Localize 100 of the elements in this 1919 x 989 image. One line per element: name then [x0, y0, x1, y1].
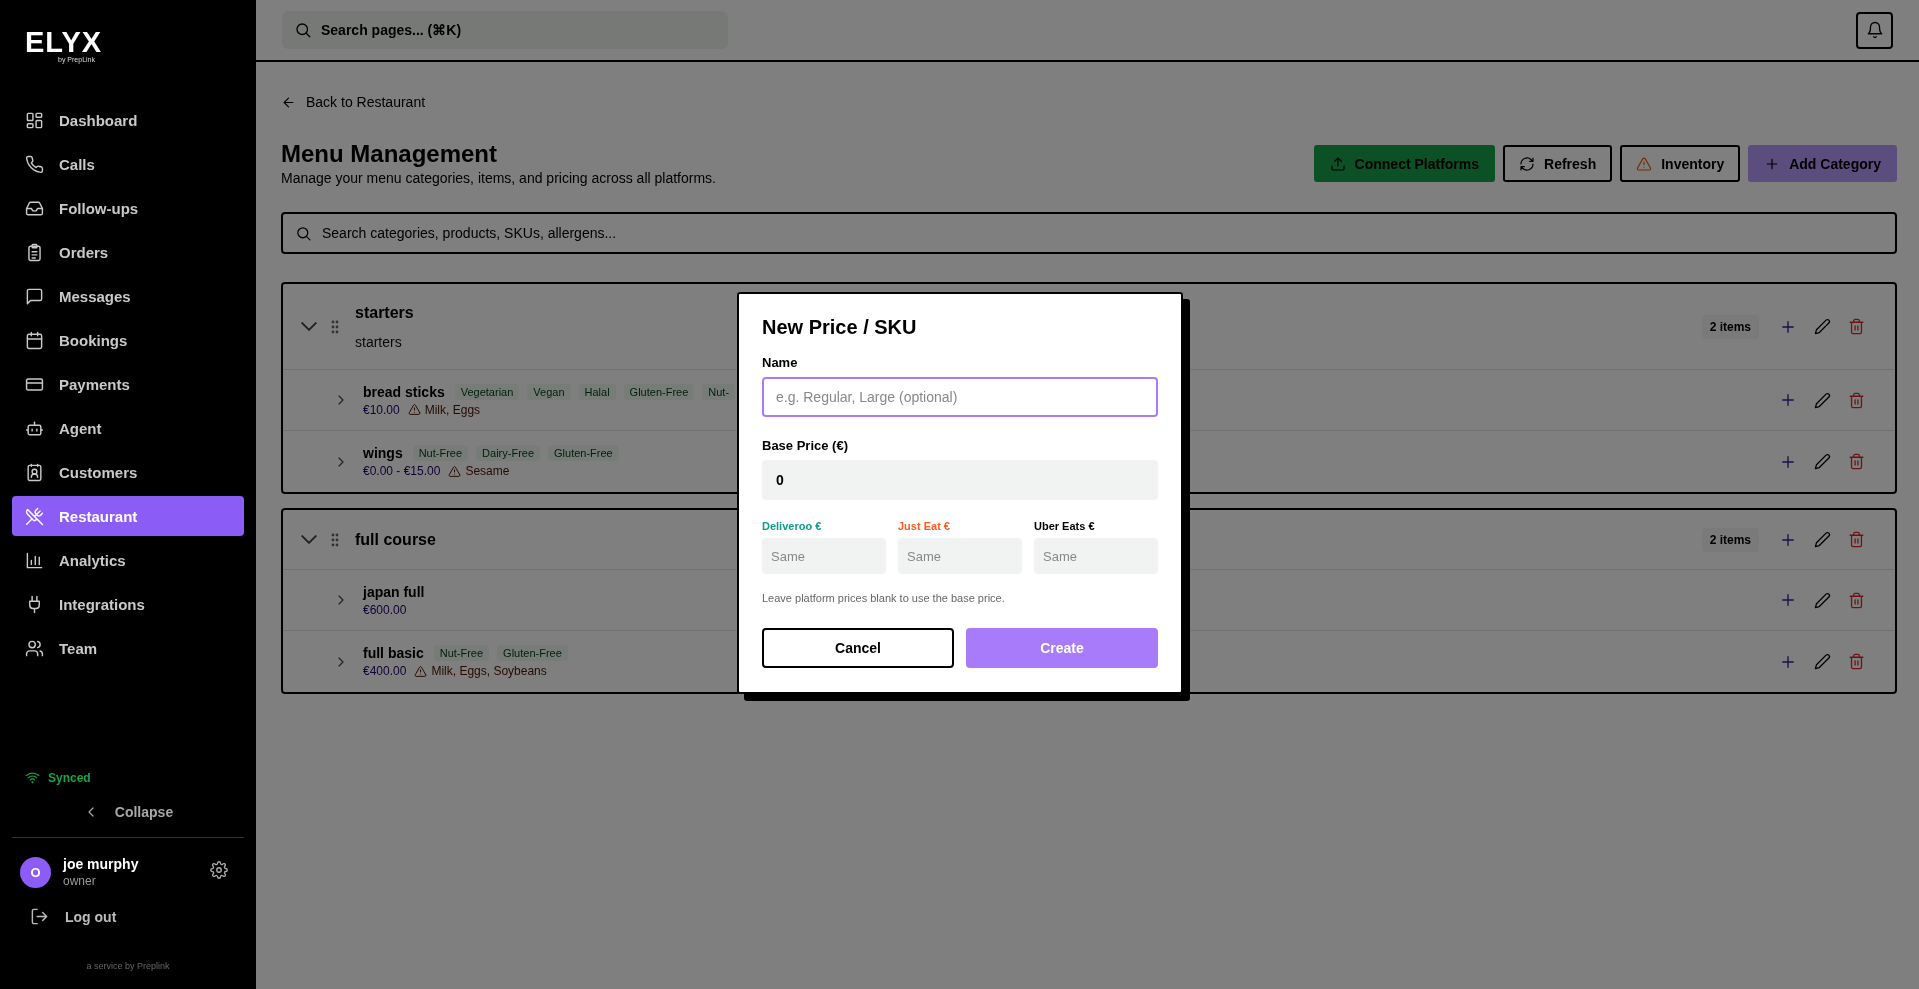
arrow-left-icon — [281, 94, 296, 110]
sync-status: Synced — [48, 770, 91, 785]
drag-handle-icon[interactable] — [331, 319, 339, 334]
action-button[interactable]: Inventory — [1620, 145, 1741, 182]
search-field[interactable]: Search categories, products, SKUs, allergens... — [281, 212, 1897, 254]
nav-item[interactable]: Agent — [12, 408, 244, 448]
allergen-list: Milk, Eggs, Soybeans — [431, 664, 547, 678]
expand-toggle[interactable] — [301, 535, 317, 544]
pencil-icon — [1813, 391, 1831, 409]
plus-icon — [1779, 591, 1797, 609]
allergen-list: Sesame — [465, 464, 510, 478]
search-field[interactable]: Search pages... (⌘K) — [282, 11, 728, 49]
bell-icon — [1865, 21, 1884, 39]
nav-item[interactable]: Analytics — [12, 540, 244, 580]
field-label: Base Price (€) — [762, 438, 849, 453]
wifi-icon — [25, 770, 40, 785]
user-name: joe murphy — [63, 856, 140, 872]
clipboard-icon — [25, 242, 44, 262]
dietary-tag: Gluten-Free — [623, 383, 695, 400]
nav-item[interactable]: Payments — [12, 364, 244, 404]
phone-icon — [25, 154, 44, 174]
dietary-tag: Vegetarian — [454, 383, 520, 400]
category-name: starters — [355, 303, 414, 322]
upload-icon — [1329, 155, 1346, 172]
action-button[interactable]: Refresh — [1503, 145, 1613, 182]
dietary-tag: Gluten-Free — [497, 645, 568, 661]
item-count: 2 items — [1701, 314, 1759, 339]
users-icon — [25, 638, 44, 658]
nav-item[interactable]: Messages — [12, 276, 244, 316]
drag-handle-icon[interactable] — [331, 532, 339, 547]
field-label: Just Eat € — [898, 520, 951, 532]
item-name: wings — [363, 445, 403, 461]
logout-button[interactable]: Log out — [24, 906, 244, 927]
dietary-tag: Dairy-Free — [476, 445, 541, 461]
footer-text: a service by Preplink — [86, 961, 170, 971]
category-name: full course — [355, 530, 436, 549]
dietary-tag: Gluten-Free — [548, 445, 619, 461]
nav-item[interactable]: Dashboard — [12, 100, 244, 140]
back-link[interactable]: Back to Restaurant — [281, 94, 426, 110]
warning-icon — [414, 664, 428, 678]
hint-text: Leave platform prices blank to use the base price. — [762, 592, 1006, 604]
item-price: €600.00 — [363, 602, 407, 617]
expand-toggle[interactable] — [301, 322, 317, 331]
contact-card-icon — [25, 462, 44, 482]
item-price: €400.00 — [363, 664, 407, 678]
dietary-tag: Halal — [578, 383, 616, 400]
trash-icon — [1847, 531, 1865, 548]
chevron-down-icon — [301, 322, 317, 331]
allergen-list: Milk, Eggs — [424, 402, 481, 417]
nav-item[interactable]: Orders — [12, 232, 244, 272]
notifications-button[interactable] — [1856, 11, 1893, 49]
trash-icon — [1847, 453, 1865, 470]
refresh-icon — [1519, 155, 1536, 172]
pencil-icon — [1813, 531, 1831, 548]
input-field[interactable]: 0 — [762, 460, 1158, 500]
pencil-icon — [1813, 591, 1831, 609]
item-count: 2 items — [1701, 527, 1759, 552]
logout-icon — [30, 907, 49, 926]
warning-icon — [448, 464, 462, 478]
pencil-icon — [1813, 318, 1831, 335]
nav-item[interactable]: Integrations — [12, 584, 244, 624]
message-icon — [25, 286, 44, 306]
calendar-icon — [25, 330, 44, 350]
nav-item[interactable]: Customers — [12, 452, 244, 492]
item-price: €0.00 - €15.00 — [363, 464, 441, 478]
robot-icon — [25, 418, 44, 438]
nav-item[interactable]: Restaurant — [12, 496, 244, 536]
trash-icon — [1847, 653, 1865, 670]
input-field[interactable]: e.g. Regular, Large (optional) — [762, 377, 1158, 417]
category-description: starters — [355, 333, 402, 350]
input-field[interactable]: Same — [1034, 538, 1158, 574]
nav-item[interactable]: Follow-ups — [12, 188, 244, 228]
input-field[interactable]: Same — [898, 538, 1022, 574]
bar-chart-icon — [25, 550, 44, 570]
chevron-down-icon — [301, 535, 317, 544]
cancel-button[interactable]: Cancel — [762, 628, 954, 668]
trash-icon — [1847, 591, 1865, 609]
field-label: Name — [762, 355, 799, 370]
page-title: Menu Management — [281, 140, 499, 168]
search-icon — [294, 21, 312, 39]
avatar: O — [20, 856, 51, 888]
trash-icon — [1847, 391, 1865, 409]
pencil-icon — [1813, 453, 1831, 470]
logo-wordmark: ELYX — [25, 28, 103, 56]
collapse-button[interactable]: Collapse — [76, 803, 180, 821]
warning-icon — [1636, 155, 1653, 172]
nav-item[interactable]: Calls — [12, 144, 244, 184]
inbox-icon — [25, 198, 44, 218]
nav-item[interactable]: Team — [12, 628, 244, 668]
input-field[interactable]: Same — [762, 538, 886, 574]
pencil-icon — [1813, 653, 1831, 670]
nav-item[interactable]: Bookings — [12, 320, 244, 360]
search-icon — [295, 224, 312, 242]
item-name: full basic — [363, 645, 424, 661]
dietary-tag: Nut-Free — [433, 645, 490, 661]
utensils-icon — [25, 506, 44, 526]
page-subtitle: Manage your menu categories, items, and pricing across all platforms. — [281, 170, 716, 186]
user-role: owner — [63, 874, 97, 888]
field-label: Deliveroo € — [762, 520, 823, 532]
dietary-tag: Nut- — [702, 383, 736, 400]
